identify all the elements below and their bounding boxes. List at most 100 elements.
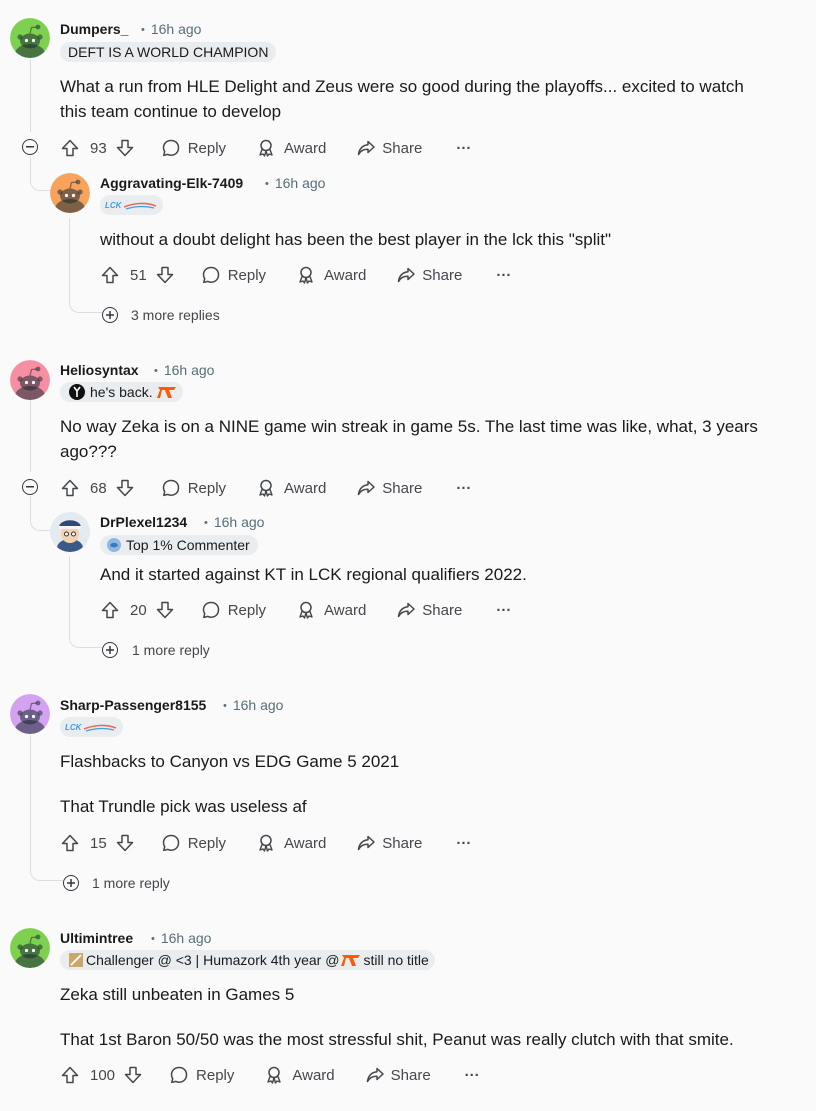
upvote-icon[interactable] — [60, 833, 80, 853]
avatar[interactable] — [50, 512, 90, 552]
flair-text: still no title — [363, 952, 429, 968]
award-label: Award — [284, 479, 327, 497]
share-label: Share — [382, 479, 423, 497]
username[interactable]: Aggravating-Elk-7409 — [100, 175, 243, 191]
username[interactable]: DrPlexel1234 — [100, 514, 187, 530]
comment-body: And it started against KT in LCK regiona… — [100, 562, 800, 587]
share-button[interactable]: Share — [396, 600, 462, 620]
thread-line — [30, 400, 31, 472]
more-options-button[interactable]: ··· — [456, 140, 471, 157]
share-icon — [356, 478, 376, 498]
award-button[interactable]: Award — [256, 833, 326, 853]
username[interactable]: Ultimintree — [60, 930, 133, 946]
collapse-thread-button[interactable] — [22, 479, 38, 495]
share-button[interactable]: Share — [396, 265, 462, 285]
more-options-button[interactable]: ··· — [456, 835, 471, 852]
award-button[interactable]: Award — [256, 138, 326, 158]
reply-label: Reply — [187, 834, 227, 852]
share-button[interactable]: Share — [356, 138, 422, 158]
downvote-icon[interactable] — [123, 1065, 143, 1085]
username[interactable]: Heliosyntax — [60, 362, 139, 378]
award-button[interactable]: Award — [256, 478, 326, 498]
upvote-icon[interactable] — [100, 265, 120, 285]
share-button[interactable]: Share — [365, 1065, 431, 1085]
share-label: Share — [382, 139, 423, 157]
comment-body: What a run from HLE Delight and Zeus wer… — [60, 74, 800, 124]
minus-icon — [26, 146, 34, 148]
share-label: Share — [390, 1066, 431, 1084]
thread-connector — [69, 625, 102, 648]
reply-button[interactable]: Reply — [201, 600, 266, 620]
user-flair: DEFT IS A WORLD CHAMPION — [60, 42, 277, 62]
timestamp[interactable]: 16h ago — [154, 362, 215, 378]
expand-replies-button[interactable] — [63, 875, 79, 891]
comment-line: this team continue to develop — [60, 102, 282, 121]
comment-bubble-icon — [161, 138, 181, 158]
more-options-button[interactable]: ··· — [465, 1067, 480, 1084]
reply-button[interactable]: Reply — [201, 265, 266, 285]
comment-bubble-icon — [161, 833, 181, 853]
award-icon — [256, 833, 276, 853]
downvote-icon[interactable] — [115, 478, 135, 498]
plus-icon — [67, 879, 75, 887]
timestamp[interactable]: 16h ago — [141, 21, 202, 37]
vote-count: 51 — [130, 266, 147, 284]
upvote-icon[interactable] — [60, 138, 80, 158]
username[interactable]: Dumpers_ — [60, 21, 128, 37]
avatar[interactable] — [10, 360, 50, 400]
more-options-button[interactable]: ··· — [456, 480, 471, 497]
comment-bubble-icon — [201, 600, 221, 620]
vote-count: 100 — [90, 1066, 116, 1084]
comment-body: Flashbacks to Canyon vs EDG Game 5 2021 … — [60, 749, 800, 819]
award-button[interactable]: Award — [264, 1065, 335, 1085]
share-button[interactable]: Share — [356, 833, 422, 853]
reply-label: Reply — [227, 601, 267, 619]
avatar[interactable] — [50, 173, 90, 213]
reply-button[interactable]: Reply — [161, 478, 226, 498]
thread-connector — [30, 858, 63, 881]
username[interactable]: Sharp-Passenger8155 — [60, 697, 206, 713]
rank-emblem-icon — [69, 953, 83, 967]
downvote-icon[interactable] — [155, 265, 175, 285]
collapse-thread-button[interactable] — [22, 139, 38, 155]
downvote-icon[interactable] — [115, 138, 135, 158]
comment-bubble-icon — [161, 478, 181, 498]
upvote-icon[interactable] — [60, 478, 80, 498]
fnatic-logo-icon — [341, 952, 361, 968]
share-icon — [365, 1065, 385, 1085]
timestamp[interactable]: 16h ago — [223, 697, 284, 713]
reply-button[interactable]: Reply — [161, 138, 226, 158]
user-flair: he's back. — [60, 382, 183, 402]
reply-button[interactable]: Reply — [169, 1065, 234, 1085]
award-label: Award — [324, 601, 367, 619]
avatar[interactable] — [10, 928, 50, 968]
timestamp[interactable]: 16h ago — [151, 930, 212, 946]
more-options-button[interactable]: ··· — [496, 267, 511, 284]
upvote-icon[interactable] — [60, 1065, 80, 1085]
timestamp[interactable]: 16h ago — [204, 514, 265, 530]
share-button[interactable]: Share — [356, 478, 422, 498]
award-button[interactable]: Award — [296, 265, 366, 285]
comment-actions: 20 Reply Award Share ··· — [100, 597, 511, 623]
more-replies-link[interactable]: 1 more reply — [132, 642, 210, 658]
team-logo-icon — [69, 384, 85, 400]
fnatic-logo-icon — [157, 384, 177, 400]
upvote-icon[interactable] — [100, 600, 120, 620]
award-label: Award — [324, 266, 367, 284]
avatar[interactable] — [10, 18, 50, 58]
more-replies-link[interactable]: 1 more reply — [92, 875, 170, 891]
comment-line: ago??? — [60, 442, 117, 461]
avatar[interactable] — [10, 694, 50, 734]
comment-actions: 51 Reply Award Share ··· — [100, 262, 511, 288]
vote-count: 93 — [90, 139, 107, 157]
award-button[interactable]: Award — [296, 600, 366, 620]
more-replies-link[interactable]: 3 more replies — [131, 307, 220, 323]
downvote-icon[interactable] — [155, 600, 175, 620]
downvote-icon[interactable] — [115, 833, 135, 853]
timestamp[interactable]: 16h ago — [265, 175, 326, 191]
expand-replies-button[interactable] — [102, 642, 118, 658]
award-icon — [264, 1065, 284, 1085]
more-options-button[interactable]: ··· — [496, 602, 511, 619]
expand-replies-button[interactable] — [102, 307, 118, 323]
reply-button[interactable]: Reply — [161, 833, 226, 853]
